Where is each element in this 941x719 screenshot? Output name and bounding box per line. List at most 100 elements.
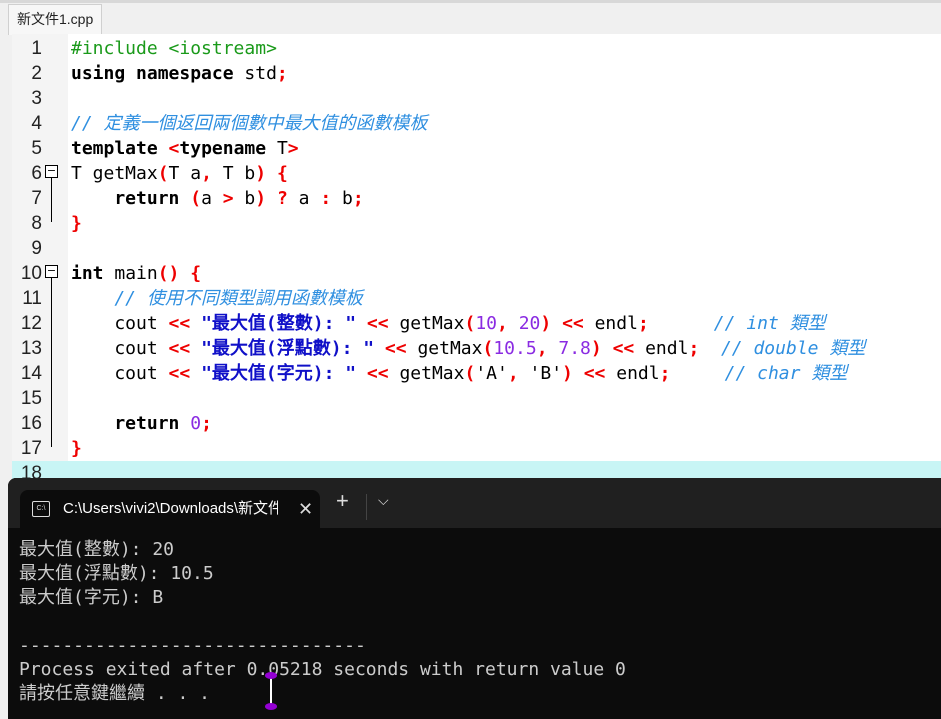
code-token: <<: [168, 363, 202, 384]
code-token: "最大值(整數): ": [201, 313, 357, 334]
line-number: 17: [20, 438, 42, 459]
code-content: cout << "最大值(浮點數): " << getMax(10.5, 7.8…: [71, 336, 865, 361]
code-token: 'B': [529, 363, 563, 384]
code-token: <: [168, 138, 180, 159]
chevron-down-icon[interactable]: ⌵: [378, 492, 389, 509]
code-token: cout: [71, 338, 169, 359]
code-line[interactable]: 10 int main() {: [12, 261, 941, 286]
fold-line: [51, 278, 52, 447]
code-token: <<: [374, 338, 418, 359]
code-content: cout << "最大值(字元): " << getMax('A', 'B') …: [71, 361, 847, 386]
code-line[interactable]: 6 T getMax(T a, T b) {: [12, 161, 941, 186]
code-content: cout << "最大值(整數): " << getMax(10, 20) <<…: [71, 311, 825, 336]
code-token: std: [244, 63, 277, 84]
terminal-output: 最大值(整數): 20 最大值(浮點數): 10.5 最大值(字元): B --…: [19, 539, 626, 704]
code-line[interactable]: 12 cout << "最大值(整數): " << getMax(10, 20)…: [12, 311, 941, 336]
code-line[interactable]: 14 cout << "最大值(字元): " << getMax('A', 'B…: [12, 361, 941, 386]
code-line[interactable]: 15: [12, 386, 941, 411]
console-icon: C:\: [32, 501, 50, 517]
code-content: int main() {: [71, 261, 201, 286]
file-tab[interactable]: 新文件1.cpp: [8, 4, 103, 35]
code-line[interactable]: 5 template <typename T>: [12, 136, 941, 161]
code-token: "最大值(字元): ": [201, 363, 357, 384]
code-token: ) <<: [590, 338, 646, 359]
code-token: "最大值(浮點數): ": [201, 338, 375, 359]
fold-line: [51, 178, 52, 222]
code-token: (: [190, 188, 202, 209]
code-token: return: [71, 188, 191, 209]
code-token: 7.8: [558, 338, 591, 359]
line-number: 3: [31, 88, 42, 109]
line-number: 14: [20, 363, 42, 384]
code-token: <<: [356, 313, 400, 334]
terminal-tab-title: C:\Users\vivi2\Downloads\新文件1.exe: [63, 500, 278, 517]
line-number: 9: [31, 238, 42, 259]
code-line[interactable]: 11 // 使用不同類型調用函數模板: [12, 286, 941, 311]
code-content: return 0;: [71, 411, 212, 436]
code-token: ;: [276, 63, 288, 84]
fold-toggle-icon[interactable]: −: [45, 165, 58, 178]
code-token: () {: [157, 263, 202, 284]
code-token: ,: [507, 363, 530, 384]
code-line[interactable]: 17}: [12, 436, 941, 461]
text-cursor: [265, 672, 277, 710]
code-line[interactable]: 4 // 定義一個返回兩個數中最大值的函數模板: [12, 111, 941, 136]
code-line[interactable]: 13 cout << "最大值(浮點數): " << getMax(10.5, …: [12, 336, 941, 361]
code-token: #include <iostream>: [71, 38, 277, 59]
line-number: 12: [20, 313, 42, 334]
code-content: T getMax(T a, T b) {: [71, 161, 288, 186]
code-token: 0: [190, 413, 202, 434]
code-token: main: [114, 263, 158, 284]
line-number: 1: [31, 38, 42, 59]
code-token: ,: [536, 338, 559, 359]
new-tab-button[interactable]: +: [336, 488, 349, 514]
code-token: <<: [356, 363, 400, 384]
line-number: 13: [20, 338, 42, 359]
code-line[interactable]: 8}: [12, 211, 941, 236]
code-line[interactable]: 9: [12, 236, 941, 261]
code-token: ) {: [255, 163, 288, 184]
code-token: T a: [168, 163, 202, 184]
code-token: // 定義一個返回兩個數中最大值的函數模板: [71, 113, 428, 134]
code-token: >: [287, 138, 299, 159]
code-token: typename: [179, 138, 277, 159]
code-token: b: [233, 188, 256, 209]
line-number: 10: [20, 263, 42, 284]
code-token: a: [298, 188, 321, 209]
code-editor[interactable]: 1 #include <iostream> 2 using namespace std…: [12, 34, 941, 486]
fold-toggle-icon[interactable]: −: [45, 265, 58, 278]
code-token: <<: [168, 338, 202, 359]
terminal-window: C:\ C:\Users\vivi2\Downloads\新文件1.exe ✕ …: [8, 478, 941, 719]
code-token: ,: [201, 163, 212, 184]
code-token: }: [71, 213, 82, 234]
code-line[interactable]: 3: [12, 86, 941, 111]
code-content: template <typename T>: [71, 136, 299, 161]
code-token: }: [71, 438, 82, 459]
code-token: endl: [594, 313, 638, 334]
code-content: using namespace std;: [71, 61, 288, 86]
line-number: 7: [31, 188, 42, 209]
code-content: // 定義一個返回兩個數中最大值的函數模板: [71, 111, 428, 136]
code-token: (: [464, 363, 476, 384]
line-number: 16: [20, 413, 42, 434]
code-token: cout: [71, 363, 169, 384]
close-tab-icon[interactable]: ✕: [298, 490, 313, 528]
line-number: 4: [31, 113, 42, 134]
terminal-tab[interactable]: C:\ C:\Users\vivi2\Downloads\新文件1.exe ✕: [20, 490, 320, 528]
code-token: endl: [616, 363, 660, 384]
code-token: ;: [659, 363, 671, 384]
line-number: 11: [22, 288, 42, 309]
code-token: ;: [637, 313, 649, 334]
code-token: getMax: [399, 363, 465, 384]
code-line[interactable]: 2 using namespace std;: [12, 61, 941, 86]
code-token: using namespace: [71, 63, 245, 84]
code-line[interactable]: 1 #include <iostream>: [12, 36, 941, 61]
code-token: b: [331, 188, 353, 209]
code-token: 10: [475, 313, 498, 334]
code-line[interactable]: 16 return 0;: [12, 411, 941, 436]
code-token: 10.5: [493, 338, 537, 359]
code-line[interactable]: 7 return (a > b) ? a : b;: [12, 186, 941, 211]
code-token: // char 類型: [670, 363, 848, 384]
code-content: // 使用不同類型調用函數模板: [71, 286, 363, 311]
code-token: >: [222, 188, 234, 209]
